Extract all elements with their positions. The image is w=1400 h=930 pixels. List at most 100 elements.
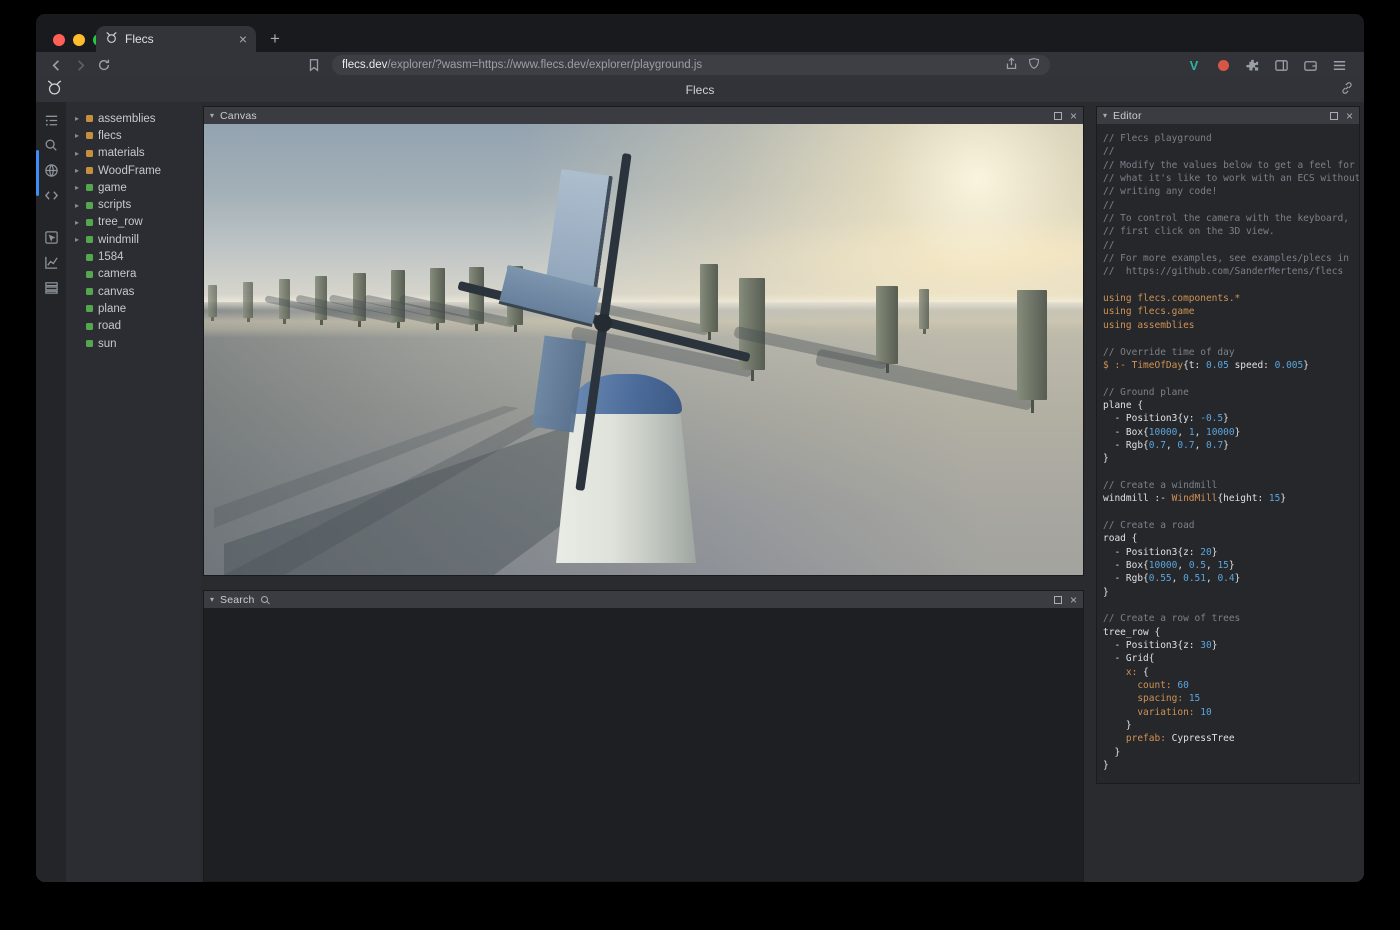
scene-tree-trunk bbox=[211, 317, 214, 321]
tree-item-canvas[interactable]: canvas bbox=[66, 283, 201, 300]
reload-icon[interactable] bbox=[94, 55, 114, 75]
code-line: // Create a row of trees bbox=[1103, 612, 1359, 625]
close-panel-icon[interactable]: × bbox=[1070, 110, 1077, 122]
tree-item-road[interactable]: road bbox=[66, 318, 201, 335]
tree-item-sun[interactable]: sun bbox=[66, 335, 201, 352]
code-line bbox=[1103, 279, 1359, 292]
search-panel-header: ▾ Search × bbox=[204, 591, 1083, 608]
extension-red-icon[interactable] bbox=[1214, 56, 1232, 74]
code-line: tree_row { bbox=[1103, 626, 1359, 639]
close-panel-icon[interactable]: × bbox=[1070, 594, 1077, 606]
scene-tree-trunk bbox=[708, 332, 711, 340]
code-editor-icon[interactable] bbox=[41, 187, 61, 203]
code-line: // bbox=[1103, 199, 1359, 212]
expand-triangle-icon[interactable]: ▸ bbox=[73, 201, 81, 210]
tab-close-icon[interactable]: × bbox=[239, 32, 247, 46]
scene-sky bbox=[204, 124, 1083, 309]
side-panel-icon[interactable] bbox=[1272, 56, 1290, 74]
canvas-3d-viewport[interactable] bbox=[204, 124, 1083, 575]
share-icon[interactable] bbox=[1005, 57, 1018, 73]
tree-item-tree_row[interactable]: ▸tree_row bbox=[66, 214, 201, 231]
inspector-icon[interactable] bbox=[41, 229, 61, 245]
tree-item-assemblies[interactable]: ▸assemblies bbox=[66, 110, 201, 127]
reading-list-icon[interactable] bbox=[304, 55, 324, 75]
editor-panel-title: Editor bbox=[1113, 110, 1142, 122]
code-line: // first click on the 3D view. bbox=[1103, 225, 1359, 238]
collapse-chevron-icon[interactable]: ▾ bbox=[210, 595, 214, 604]
entity-color-swatch bbox=[86, 254, 93, 261]
new-tab-button[interactable]: + bbox=[264, 28, 286, 50]
back-icon[interactable] bbox=[46, 55, 66, 75]
code-line: // what it's like to work with an ECS wi… bbox=[1103, 172, 1359, 185]
flecs-logo-icon[interactable] bbox=[46, 79, 63, 101]
entity-color-swatch bbox=[86, 132, 93, 139]
scene-blade-hub bbox=[594, 314, 612, 332]
stats-chart-icon[interactable] bbox=[41, 254, 61, 270]
editor-panel: ▾ Editor × // Flecs playground//// Modif… bbox=[1096, 106, 1360, 784]
entity-color-swatch bbox=[86, 202, 93, 209]
tree-item-WoodFrame[interactable]: ▸WoodFrame bbox=[66, 162, 201, 179]
code-line: // https://github.com/SanderMertens/flec… bbox=[1103, 265, 1359, 278]
expand-triangle-icon[interactable]: ▸ bbox=[73, 149, 81, 158]
brave-shield-icon[interactable] bbox=[1028, 57, 1040, 73]
tree-item-windmill[interactable]: ▸windmill bbox=[66, 231, 201, 248]
tree-item-label: materials bbox=[98, 147, 145, 159]
tree-item-materials[interactable]: ▸ materials bbox=[66, 145, 201, 162]
tree-item-flecs[interactable]: ▸flecs bbox=[66, 127, 201, 144]
collapse-chevron-icon[interactable]: ▾ bbox=[1103, 111, 1107, 120]
search-results-area[interactable] bbox=[204, 608, 1083, 881]
expand-triangle-icon[interactable]: ▸ bbox=[73, 166, 81, 175]
tree-item-plane[interactable]: plane bbox=[66, 300, 201, 317]
entity-color-swatch bbox=[86, 184, 93, 191]
code-line bbox=[1103, 599, 1359, 612]
fullscreen-icon[interactable] bbox=[1330, 112, 1338, 120]
entity-color-swatch bbox=[86, 115, 93, 122]
forward-icon[interactable] bbox=[70, 55, 90, 75]
expand-triangle-icon[interactable]: ▸ bbox=[73, 235, 81, 244]
search-icon[interactable] bbox=[41, 137, 61, 153]
world-canvas-icon[interactable] bbox=[41, 162, 61, 178]
code-line: - Box{10000, 0.5, 15} bbox=[1103, 559, 1359, 572]
code-line: x: { bbox=[1103, 666, 1359, 679]
code-editor[interactable]: // Flecs playground//// Modify the value… bbox=[1097, 124, 1359, 783]
code-line: road { bbox=[1103, 532, 1359, 545]
close-panel-icon[interactable]: × bbox=[1346, 110, 1353, 122]
url-path: /explorer/?wasm=https://www.flecs.dev/ex… bbox=[387, 59, 702, 71]
code-line: $ :- TimeOfDay{t: 0.05 speed: 0.005} bbox=[1103, 359, 1359, 372]
scene-tree bbox=[208, 285, 217, 317]
tree-item-label: plane bbox=[98, 303, 126, 315]
fullscreen-icon[interactable] bbox=[1054, 596, 1062, 604]
entity-tree-list: ▸assemblies▸flecs▸materials▸WoodFrame▸ga… bbox=[66, 110, 201, 352]
code-line: - Grid{ bbox=[1103, 652, 1359, 665]
tree-item-scripts[interactable]: ▸scripts bbox=[66, 196, 201, 213]
collapse-chevron-icon[interactable]: ▾ bbox=[210, 111, 214, 120]
expand-triangle-icon[interactable]: ▸ bbox=[73, 218, 81, 227]
wallet-icon[interactable] bbox=[1301, 56, 1319, 74]
scene-tree-trunk bbox=[320, 320, 323, 325]
search-panel: ▾ Search × bbox=[203, 590, 1084, 882]
url-bar[interactable]: flecs.dev/explorer/?wasm=https://www.fle… bbox=[332, 55, 1050, 75]
share-link-icon[interactable] bbox=[1340, 81, 1354, 100]
minimize-window-button[interactable] bbox=[73, 34, 85, 46]
tree-item-label: road bbox=[98, 320, 121, 332]
entity-color-swatch bbox=[86, 288, 93, 295]
tree-item-1584[interactable]: 1584 bbox=[66, 248, 201, 265]
entity-color-swatch bbox=[86, 150, 93, 157]
expand-triangle-icon[interactable]: ▸ bbox=[73, 114, 81, 123]
puzzle-extensions-icon[interactable] bbox=[1243, 56, 1261, 74]
browser-tab[interactable]: Flecs × bbox=[96, 26, 256, 52]
entity-color-swatch bbox=[86, 305, 93, 312]
expand-triangle-icon[interactable]: ▸ bbox=[73, 183, 81, 192]
queries-table-icon[interactable] bbox=[41, 279, 61, 295]
browser-window: Flecs × + flecs.dev/explorer/?wasm=https… bbox=[36, 14, 1364, 882]
entity-tree-icon[interactable] bbox=[41, 112, 61, 128]
vimium-extension-icon[interactable]: V bbox=[1185, 56, 1203, 74]
expand-triangle-icon[interactable]: ▸ bbox=[73, 131, 81, 140]
tree-item-game[interactable]: ▸game bbox=[66, 179, 201, 196]
menu-hamburger-icon[interactable] bbox=[1330, 56, 1348, 74]
tree-item-camera[interactable]: camera bbox=[66, 266, 201, 283]
close-window-button[interactable] bbox=[53, 34, 65, 46]
code-line: - Rgb{0.55, 0.51, 0.4} bbox=[1103, 572, 1359, 585]
code-line bbox=[1103, 466, 1359, 479]
fullscreen-icon[interactable] bbox=[1054, 112, 1062, 120]
